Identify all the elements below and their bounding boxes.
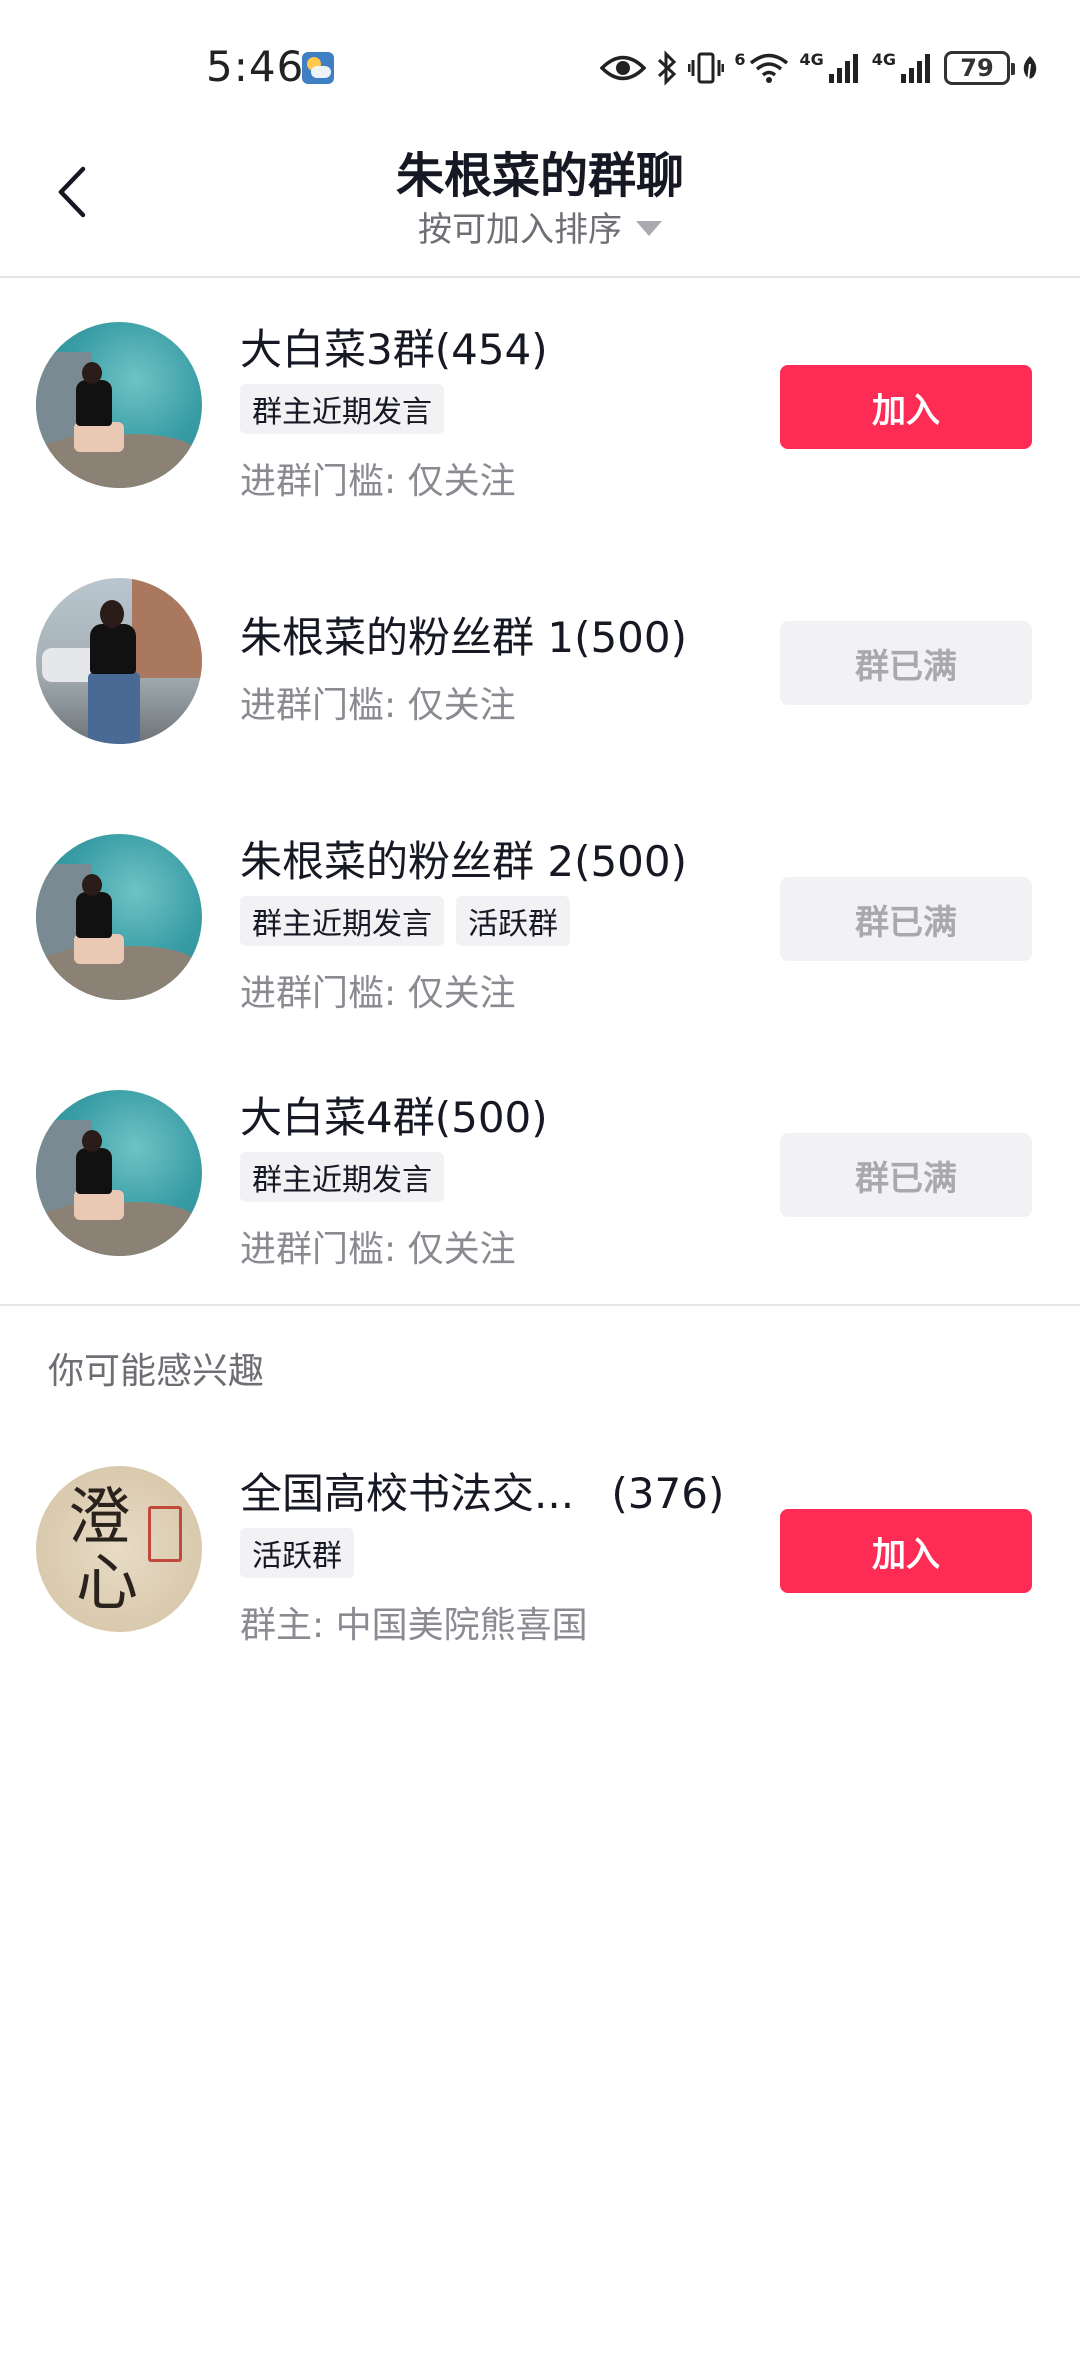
join-button[interactable]: 加入 xyxy=(780,1509,1032,1593)
recommended-group-row[interactable]: 澄 心 全国高校书法交... (376) 活跃群 群主: 中国美院熊喜国 加入 xyxy=(0,1444,1080,1664)
seal-stamp xyxy=(148,1506,182,1562)
avatar-glyph: 心 xyxy=(76,1546,139,1619)
network-type-label: 4G xyxy=(871,49,896,69)
group-tag: 群主近期发言 xyxy=(240,896,444,946)
group-avatar xyxy=(36,578,202,744)
page-header: 朱根菜的群聊 按可加入排序 xyxy=(0,130,1080,278)
recommend-section-title: 你可能感兴趣 xyxy=(48,1351,265,1392)
signal-icon xyxy=(828,52,862,84)
battery-icon: 79 xyxy=(944,51,1015,85)
member-count: (376) xyxy=(611,1469,725,1518)
vibrate-icon xyxy=(688,51,725,85)
group-tag: 活跃群 xyxy=(456,896,570,946)
group-owner: 群主: 中国美院熊喜国 xyxy=(240,1605,588,1646)
group-full-button[interactable]: 群已满 xyxy=(780,877,1032,961)
wifi-badge: 6 xyxy=(734,49,746,69)
status-time: 5:46 xyxy=(206,42,305,91)
bluetooth-icon xyxy=(656,50,678,86)
group-name: 朱根菜的粉丝群 2(500) xyxy=(240,837,688,886)
group-name: 大白菜3群(454) xyxy=(240,325,548,374)
group-avatar xyxy=(36,834,202,1000)
group-tag: 群主近期发言 xyxy=(240,384,444,434)
group-full-button[interactable]: 群已满 xyxy=(780,1133,1032,1217)
section-divider xyxy=(0,1304,1080,1306)
group-avatar xyxy=(36,1090,202,1256)
group-row[interactable]: 朱根菜的粉丝群 1(500) 进群门槛: 仅关注 群已满 xyxy=(0,556,1080,776)
caret-down-icon xyxy=(636,221,662,236)
leaf-icon xyxy=(1020,54,1040,82)
group-full-button[interactable]: 群已满 xyxy=(780,621,1032,705)
status-bar: 5:46 6 4G 4G 79 xyxy=(0,0,1080,130)
weather-icon xyxy=(302,52,334,84)
group-row[interactable]: 大白菜4群(500) 群主近期发言 进群门槛: 仅关注 群已满 xyxy=(0,1068,1080,1288)
group-name: 朱根菜的粉丝群 1(500) xyxy=(240,613,688,662)
tag-list: 群主近期发言 活跃群 xyxy=(240,896,570,946)
wifi-icon xyxy=(749,52,789,84)
network-type-label: 4G xyxy=(799,49,824,69)
group-avatar xyxy=(36,322,202,488)
join-threshold: 进群门槛: 仅关注 xyxy=(240,461,516,502)
tag-list: 活跃群 xyxy=(240,1528,354,1578)
tag-list: 群主近期发言 xyxy=(240,384,444,434)
group-name: 大白菜4群(500) xyxy=(240,1093,548,1142)
group-title-text: 全国高校书法交... xyxy=(240,1469,575,1518)
signal-icon xyxy=(900,52,934,84)
page-title: 朱根菜的群聊 xyxy=(395,148,684,204)
status-icons: 6 4G 4G 79 xyxy=(600,48,1040,88)
sort-dropdown[interactable]: 按可加入排序 xyxy=(0,202,1080,251)
avatar-glyph: 澄 xyxy=(68,1480,131,1553)
group-avatar: 澄 心 xyxy=(36,1466,202,1632)
sort-label: 按可加入排序 xyxy=(418,210,622,250)
tag-list: 群主近期发言 xyxy=(240,1152,444,1202)
join-threshold: 进群门槛: 仅关注 xyxy=(240,973,516,1014)
eye-icon xyxy=(600,53,647,83)
join-threshold: 进群门槛: 仅关注 xyxy=(240,1229,516,1270)
group-tag: 活跃群 xyxy=(240,1528,354,1578)
join-button[interactable]: 加入 xyxy=(780,365,1032,449)
group-name: 全国高校书法交... (376) xyxy=(240,1460,724,1521)
join-threshold: 进群门槛: 仅关注 xyxy=(240,685,516,726)
group-tag: 群主近期发言 xyxy=(240,1152,444,1202)
group-row[interactable]: 朱根菜的粉丝群 2(500) 群主近期发言 活跃群 进群门槛: 仅关注 群已满 xyxy=(0,812,1080,1032)
group-row[interactable]: 大白菜3群(454) 群主近期发言 进群门槛: 仅关注 加入 xyxy=(0,300,1080,520)
